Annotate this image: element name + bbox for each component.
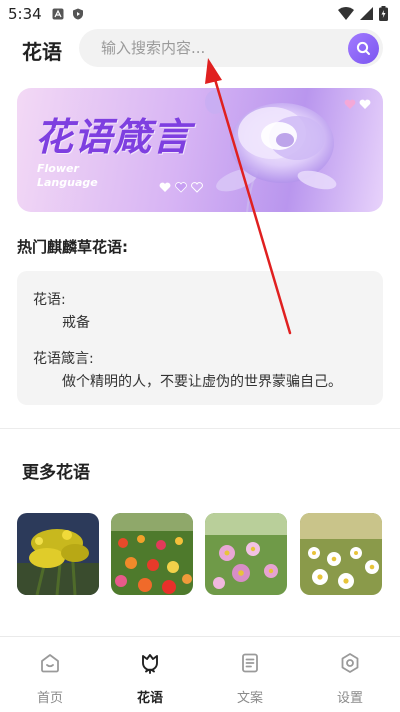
- document-icon: [242, 653, 258, 673]
- more-section-title: 更多花语: [22, 463, 90, 483]
- nav-item-settings[interactable]: 设置: [300, 637, 400, 712]
- cosmos-image: [205, 513, 287, 595]
- quote-value: 做个精明的人，不要让虚伪的世界蒙骗自己。: [62, 374, 342, 390]
- search-icon: [356, 41, 370, 55]
- banner-subtitle-line1: Flower: [37, 162, 79, 175]
- a-notification-icon: [52, 8, 64, 20]
- search-bar[interactable]: [79, 29, 383, 67]
- search-button[interactable]: [348, 33, 379, 64]
- home-icon: [41, 654, 59, 673]
- cosmos-thumbnail[interactable]: [205, 513, 287, 595]
- nav-label-settings: 设置: [336, 691, 363, 706]
- zinnia-field-thumbnail[interactable]: [111, 513, 193, 595]
- hot-section-title: 热门麒麟草花语:: [17, 238, 128, 256]
- quote-label: 花语箴言:: [33, 351, 94, 367]
- glass-flower-image: [205, 90, 337, 212]
- nav-label-home: 首页: [36, 691, 63, 706]
- daisy-field-thumbnail[interactable]: [300, 513, 382, 595]
- status-bar: 5:34: [0, 0, 400, 28]
- status-time: 5:34: [8, 5, 42, 23]
- search-input[interactable]: [101, 29, 341, 67]
- goldenrod-image: [17, 513, 99, 595]
- nav-item-home[interactable]: 首页: [0, 637, 100, 712]
- signal-icon: [360, 7, 373, 20]
- flower-meaning-card: 花语: 戒备 花语箴言: 做个精明的人，不要让虚伪的世界蒙骗自己。: [17, 271, 383, 405]
- page-title: 花语: [22, 40, 62, 64]
- bottom-nav: 首页 花语 文案 设置: [0, 636, 400, 712]
- banner-subtitle: Flower Language: [37, 162, 117, 190]
- nav-label-flower: 花语: [136, 691, 163, 706]
- flower-language-banner[interactable]: 花语箴言 Flower Language: [17, 88, 383, 212]
- goldenrod-thumbnail[interactable]: [17, 513, 99, 595]
- flower-icon: [142, 654, 158, 674]
- daisy-image: [300, 513, 382, 595]
- battery-icon: [379, 6, 388, 21]
- nav-label-copywriting: 文案: [236, 691, 263, 706]
- meaning-value: 戒备: [62, 315, 90, 331]
- settings-icon: [341, 653, 359, 673]
- section-divider: [0, 428, 400, 429]
- shield-play-icon: [73, 8, 83, 20]
- wifi-icon: [338, 7, 354, 20]
- nav-item-flower[interactable]: 花语: [100, 637, 200, 712]
- banner-subtitle-line2: Language: [37, 176, 98, 189]
- meaning-label: 花语:: [33, 292, 66, 308]
- zinnia-image: [111, 513, 193, 595]
- nav-item-copywriting[interactable]: 文案: [200, 637, 300, 712]
- banner-title: 花语箴言: [35, 114, 192, 159]
